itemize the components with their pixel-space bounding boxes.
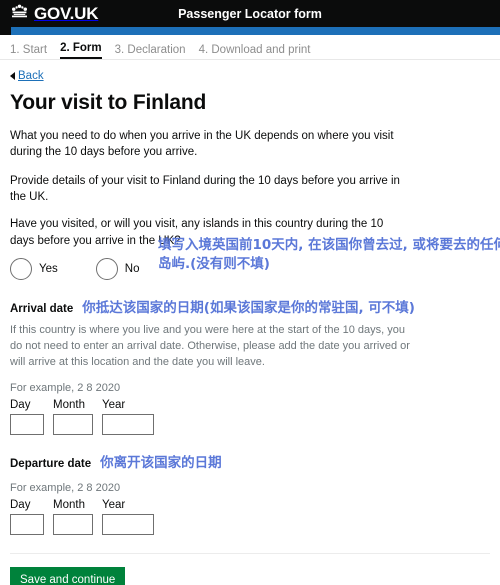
step-navigation: 1. Start 2. Form 3. Declaration 4. Downl… <box>0 35 500 60</box>
intro-paragraph-1: What you need to do when you arrive in t… <box>10 130 394 159</box>
arrival-year-field: Year <box>102 399 154 435</box>
crown-icon <box>10 4 29 24</box>
departure-date-section: Departure date 你离开该国家的日期 For example, 2 … <box>10 451 490 535</box>
radio-circle-yes[interactable] <box>10 257 32 280</box>
departure-year-field: Year <box>102 499 154 535</box>
arrival-date-inputs: Day Month Year <box>10 399 490 435</box>
arrival-year-input[interactable] <box>102 413 154 435</box>
arrival-year-label: Year <box>102 398 126 411</box>
radio-label-yes: Yes <box>39 262 58 275</box>
annotation-arrival-date: 你抵达该国家的日期(如果该国家是你的常驻国, 可不填) <box>82 299 415 316</box>
govuk-home-link[interactable]: GOV.UK <box>10 4 99 24</box>
arrival-date-heading: Arrival date 你抵达该国家的日期(如果该国家是你的常驻国, 可不填) <box>10 296 490 316</box>
govuk-brand-name: GOV.UK <box>34 4 99 23</box>
back-link[interactable]: Back <box>10 70 44 82</box>
radio-option-no[interactable]: No <box>95 257 140 280</box>
accent-bar <box>0 27 500 35</box>
back-arrow-icon <box>10 72 15 80</box>
arrival-day-input[interactable] <box>10 413 44 435</box>
radio-circle-no[interactable] <box>95 257 118 280</box>
departure-date-heading: Departure date 你离开该国家的日期 <box>10 451 490 471</box>
arrival-day-label: Day <box>10 398 31 411</box>
arrival-date-label: Arrival date <box>10 302 74 315</box>
arrival-month-label: Month <box>53 398 85 411</box>
departure-month-label: Month <box>53 498 85 511</box>
departure-month-input[interactable] <box>53 513 93 535</box>
back-link-label: Back <box>18 70 44 82</box>
page-title: Your visit to Finland <box>10 91 207 114</box>
arrival-day-field: Day <box>10 399 44 435</box>
departure-date-example: For example, 2 8 2020 <box>10 481 121 494</box>
step-2-form[interactable]: 2. Form <box>60 42 102 59</box>
arrival-month-input[interactable] <box>53 413 93 435</box>
departure-date-inputs: Day Month Year <box>10 499 490 535</box>
step-1-start[interactable]: 1. Start <box>10 44 47 59</box>
passenger-locator-form-page: GOV.UK Passenger Locator form 1. Start 2… <box>0 0 500 585</box>
departure-year-label: Year <box>102 498 126 511</box>
departure-day-input[interactable] <box>10 513 44 535</box>
arrival-date-hint: If this country is where you live and yo… <box>10 323 410 368</box>
arrival-month-field: Month <box>53 399 93 435</box>
departure-month-field: Month <box>53 499 93 535</box>
islands-radio-group: Yes No 填写入境英国前10天内, 在该国你曾去过, 或将要去的任何岛屿.(… <box>10 237 500 280</box>
radio-option-yes[interactable]: Yes <box>10 257 58 280</box>
accent-bar-gap <box>0 27 11 35</box>
arrival-date-section: Arrival date 你抵达该国家的日期(如果该国家是你的常驻国, 可不填)… <box>10 296 490 435</box>
radio-label-no: No <box>124 262 140 275</box>
save-and-continue-button[interactable]: Save and continue <box>10 566 126 585</box>
annotation-departure-date: 你离开该国家的日期 <box>100 454 222 471</box>
main-content: Back Your visit to Finland What you need… <box>0 60 500 535</box>
step-3-declaration[interactable]: 3. Declaration <box>115 44 186 59</box>
departure-day-field: Day <box>10 499 44 535</box>
departure-date-label: Departure date <box>10 457 92 470</box>
intro-paragraph-2: Provide details of your visit to Finland… <box>10 174 400 203</box>
govuk-header: GOV.UK Passenger Locator form <box>0 0 500 27</box>
step-4-download-and-print[interactable]: 4. Download and print <box>199 44 311 59</box>
footer-divider <box>10 552 490 554</box>
departure-year-input[interactable] <box>102 513 154 535</box>
annotation-islands: 填写入境英国前10天内, 在该国你曾去过, 或将要去的任何岛屿.(没有则不填) <box>158 236 500 273</box>
accent-bar-fill <box>11 27 500 35</box>
departure-day-label: Day <box>10 498 31 511</box>
arrival-date-example: For example, 2 8 2020 <box>10 381 121 394</box>
